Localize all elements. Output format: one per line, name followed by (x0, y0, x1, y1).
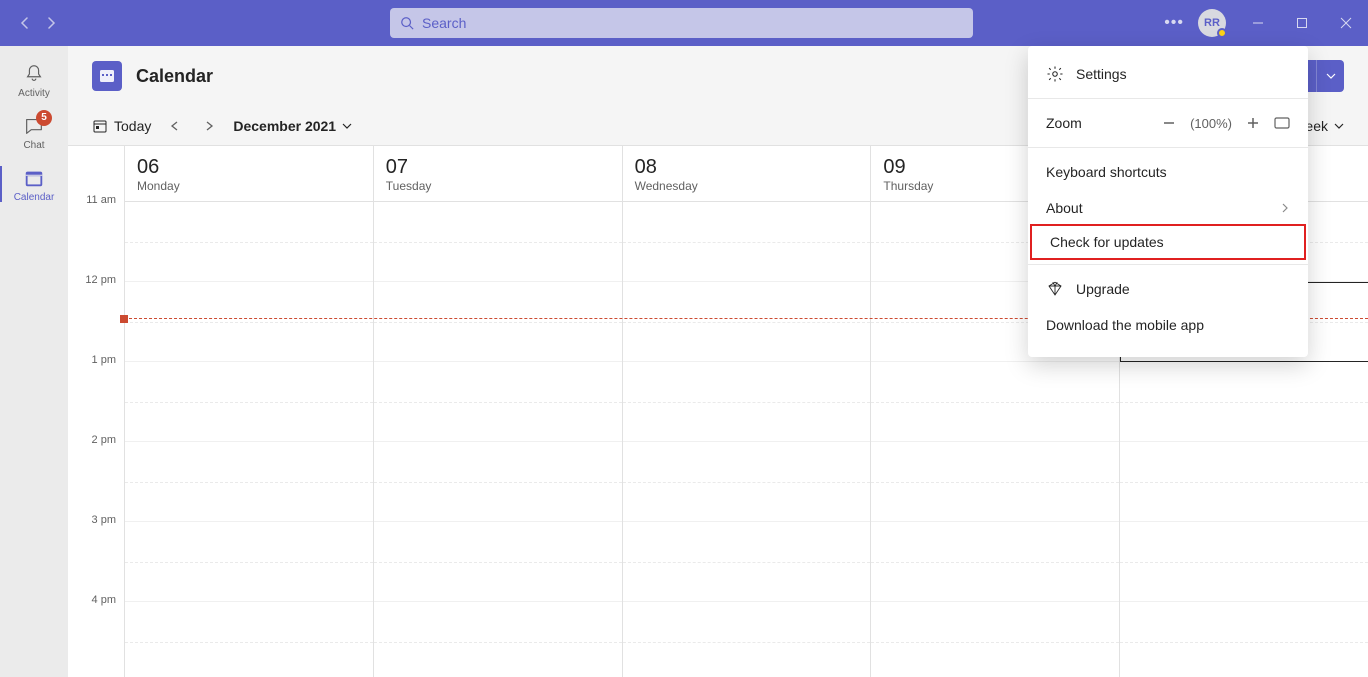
day-column[interactable] (622, 202, 871, 677)
calendar-icon (23, 167, 45, 189)
time-slot[interactable] (623, 442, 871, 522)
zoom-in-button[interactable] (1246, 116, 1260, 130)
check-for-updates-menu-item[interactable]: Check for updates (1030, 224, 1306, 260)
time-label: 12 pm (85, 274, 116, 286)
avatar-initials: RR (1204, 17, 1220, 29)
chevron-down-icon (1334, 121, 1344, 131)
avatar[interactable]: RR (1198, 9, 1226, 37)
time-slot[interactable] (871, 602, 1119, 677)
day-column[interactable] (373, 202, 622, 677)
time-slot[interactable] (125, 602, 373, 677)
chevron-down-icon (342, 121, 352, 131)
close-button[interactable] (1324, 1, 1368, 45)
time-label: 1 pm (92, 354, 116, 366)
day-header[interactable]: 08Wednesday (622, 146, 871, 201)
time-slot[interactable] (623, 202, 871, 282)
day-name: Wednesday (635, 179, 859, 193)
more-options-button[interactable]: ••• (1150, 14, 1198, 32)
time-slot[interactable] (125, 522, 373, 602)
more-options-panel: Settings Zoom (100%) (1028, 46, 1308, 357)
minimize-button[interactable] (1236, 1, 1280, 45)
time-slot[interactable] (125, 282, 373, 362)
time-label: 4 pm (92, 594, 116, 606)
day-number: 08 (635, 156, 859, 179)
rail-label: Calendar (14, 192, 55, 203)
bell-icon (23, 63, 45, 85)
zoom-menu-item: Zoom (100%) (1028, 105, 1308, 141)
rail-label: Chat (23, 140, 44, 151)
time-label: 2 pm (92, 434, 116, 446)
time-slot[interactable] (374, 202, 622, 282)
time-slot[interactable] (125, 442, 373, 522)
time-slot[interactable] (623, 362, 871, 442)
time-label: 11 am (86, 194, 116, 206)
chevron-right-icon (1280, 203, 1290, 213)
chat-badge: 5 (36, 110, 52, 126)
maximize-button[interactable] (1280, 1, 1324, 45)
time-label: 3 pm (92, 514, 116, 526)
zoom-value: (100%) (1190, 116, 1232, 131)
time-slot[interactable] (871, 442, 1119, 522)
zoom-out-button[interactable] (1162, 116, 1176, 130)
day-header[interactable]: 07Tuesday (373, 146, 622, 201)
about-menu-item[interactable]: About (1028, 190, 1308, 226)
time-slot[interactable] (623, 522, 871, 602)
gear-icon (1046, 65, 1064, 83)
day-number: 06 (137, 156, 361, 179)
time-slot[interactable] (374, 362, 622, 442)
time-slot[interactable] (125, 362, 373, 442)
next-week-button[interactable] (199, 116, 219, 136)
app-rail: Activity 5 Chat Calendar (0, 46, 68, 677)
time-slot[interactable] (1120, 362, 1368, 442)
day-header[interactable]: 06Monday (124, 146, 373, 201)
time-slot[interactable] (125, 202, 373, 282)
time-slot[interactable] (1120, 522, 1368, 602)
title-bar: ••• RR (0, 0, 1368, 46)
time-slot[interactable] (1120, 602, 1368, 677)
new-meeting-dropdown[interactable] (1316, 60, 1344, 92)
prev-week-button[interactable] (165, 116, 185, 136)
diamond-icon (1046, 280, 1064, 298)
time-slot[interactable] (374, 442, 622, 522)
time-slot[interactable] (374, 522, 622, 602)
day-number: 07 (386, 156, 610, 179)
fullscreen-button[interactable] (1274, 117, 1290, 129)
presence-indicator (1217, 28, 1227, 38)
time-slot[interactable] (871, 522, 1119, 602)
time-slot[interactable] (623, 602, 871, 677)
forward-button[interactable] (42, 14, 60, 32)
calendar-today-icon (92, 118, 108, 134)
time-slot[interactable] (871, 362, 1119, 442)
time-slot[interactable] (1120, 442, 1368, 522)
main-content: Calendar Meet now New meeting (68, 46, 1368, 677)
day-name: Tuesday (386, 179, 610, 193)
day-column[interactable] (124, 202, 373, 677)
search-icon (400, 16, 414, 30)
today-button[interactable]: Today (92, 118, 151, 134)
search-input[interactable] (422, 15, 963, 31)
time-slot[interactable] (623, 282, 871, 362)
back-button[interactable] (16, 14, 34, 32)
rail-calendar[interactable]: Calendar (0, 158, 68, 210)
rail-chat[interactable]: 5 Chat (0, 106, 68, 158)
page-title: Calendar (136, 66, 213, 87)
chevron-down-icon (1326, 71, 1336, 81)
download-mobile-menu-item[interactable]: Download the mobile app (1028, 307, 1308, 343)
calendar-app-icon (92, 61, 122, 91)
upgrade-menu-item[interactable]: Upgrade (1028, 271, 1308, 307)
rail-activity[interactable]: Activity (0, 54, 68, 106)
time-slot[interactable] (374, 282, 622, 362)
search-box[interactable] (390, 8, 973, 38)
rail-label: Activity (18, 88, 50, 99)
day-name: Monday (137, 179, 361, 193)
month-picker[interactable]: December 2021 (233, 118, 352, 134)
time-slot[interactable] (374, 602, 622, 677)
keyboard-shortcuts-menu-item[interactable]: Keyboard shortcuts (1028, 154, 1308, 190)
settings-menu-item[interactable]: Settings (1028, 56, 1308, 92)
